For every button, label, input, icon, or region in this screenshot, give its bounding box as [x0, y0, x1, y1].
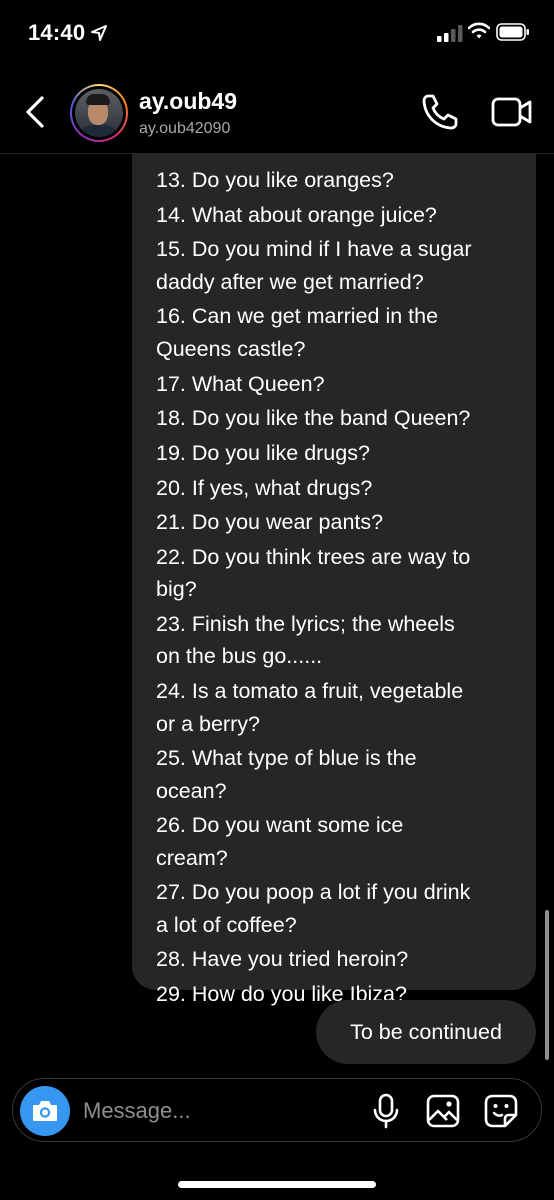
message-line: 17. What Queen?	[156, 371, 325, 396]
message-line: Queens castle?	[156, 336, 306, 361]
video-camera-icon[interactable]	[490, 94, 534, 130]
camera-button[interactable]	[20, 1086, 70, 1136]
avatar[interactable]	[70, 84, 128, 142]
message-line: 14. What about orange juice?	[156, 202, 437, 227]
phone-icon[interactable]	[420, 92, 460, 132]
avatar-photo	[75, 89, 123, 137]
message-line: 18. Do you like the band Queen?	[156, 406, 471, 431]
message-composer	[12, 1078, 542, 1142]
message-line: on the bus go......	[156, 644, 323, 669]
message-line: or a berry?	[156, 711, 260, 736]
message-line: 27. Do you poop a lot if you drink	[156, 880, 471, 905]
cellular-signal-icon	[437, 25, 463, 42]
message-line: 20. If yes, what drugs?	[156, 475, 373, 500]
status-time: 14:40	[28, 20, 86, 45]
message-line: 22. Do you think trees are way to	[156, 544, 471, 569]
sent-message-text: To be continued	[350, 1020, 502, 1044]
back-chevron-icon[interactable]	[20, 92, 50, 132]
message-line: 21. Do you wear pants?	[156, 510, 384, 535]
message-line: 16. Can we get married in the	[156, 304, 439, 329]
location-arrow-icon	[91, 25, 107, 41]
microphone-icon[interactable]	[371, 1093, 401, 1129]
status-bar: 14:40	[0, 0, 554, 70]
chat-header: ay.oub49 ay.oub42090	[0, 70, 554, 154]
scrollbar[interactable]	[545, 910, 549, 1060]
message-line: 19. Do you like drugs?	[156, 440, 370, 465]
message-thread[interactable]: 13. Do you like oranges? 14. What about …	[0, 154, 554, 1070]
sent-message-bubble[interactable]: To be continued	[316, 1000, 536, 1064]
message-line: 28. Have you tried heroin?	[156, 947, 409, 972]
message-line: 24. Is a tomato a fruit, vegetable	[156, 679, 464, 704]
gallery-icon[interactable]	[425, 1093, 461, 1129]
received-message-text: 13. Do you like oranges? 14. What about …	[156, 164, 526, 1011]
contact-handle: ay.oub42090	[139, 120, 231, 137]
sticker-icon[interactable]	[483, 1093, 519, 1129]
message-line: 26. Do you want some ice	[156, 813, 404, 838]
message-line: a lot of coffee?	[156, 912, 297, 937]
message-line: cream?	[156, 845, 228, 870]
message-input[interactable]	[83, 1091, 353, 1131]
home-indicator[interactable]	[178, 1181, 376, 1188]
received-message-bubble[interactable]: 13. Do you like oranges? 14. What about …	[132, 154, 536, 1006]
message-line: 15. Do you mind if I have a sugar	[156, 237, 472, 262]
battery-icon	[496, 23, 529, 41]
message-line: big?	[156, 577, 197, 602]
camera-icon	[33, 1101, 57, 1121]
message-line: daddy after we get married?	[156, 269, 424, 294]
message-line: 25. What type of blue is the	[156, 746, 417, 771]
wifi-icon	[468, 22, 490, 39]
contact-name[interactable]: ay.oub49	[139, 88, 237, 115]
message-line: ocean?	[156, 778, 227, 803]
message-line: 13. Do you like oranges?	[156, 168, 394, 192]
message-line: 23. Finish the lyrics; the wheels	[156, 612, 455, 637]
